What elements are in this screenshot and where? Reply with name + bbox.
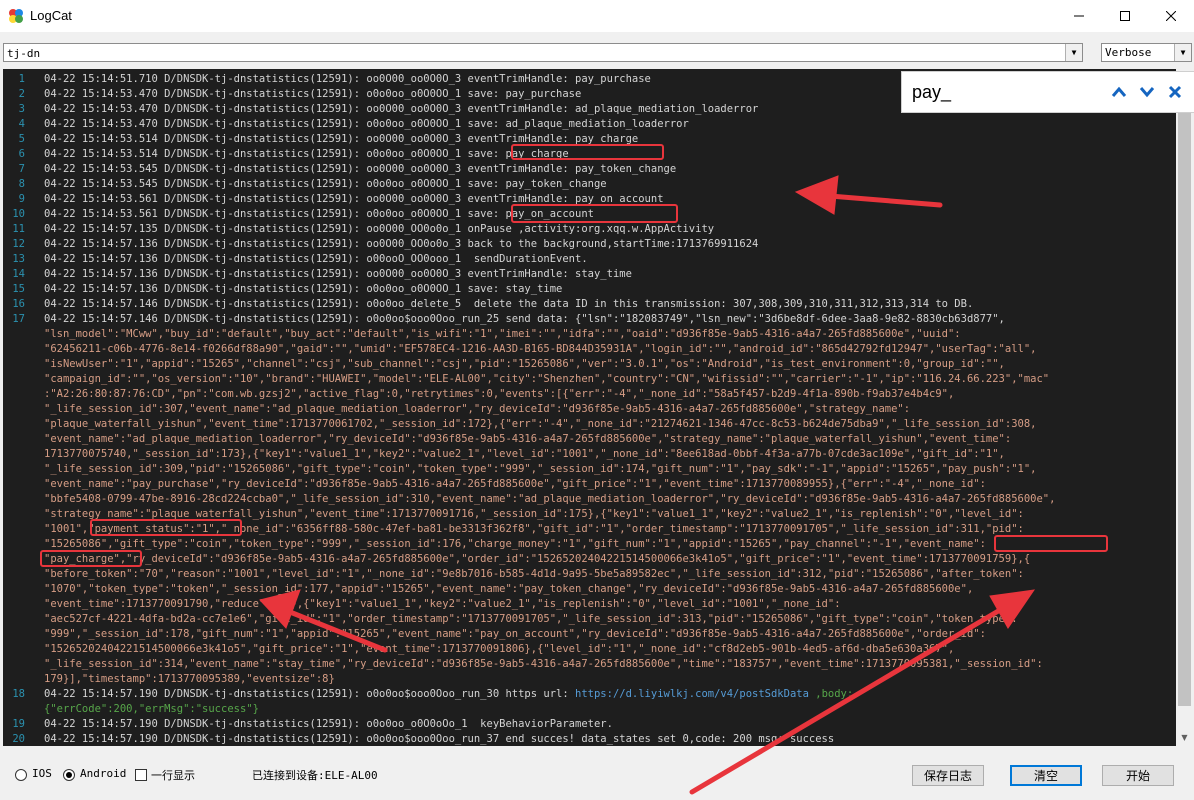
save-log-button[interactable]: 保存日志 [912, 765, 984, 786]
ios-radio[interactable] [15, 769, 27, 781]
android-label: Android [80, 767, 127, 780]
start-button[interactable]: 开始 [1102, 765, 1174, 786]
oneline-label: 一行显示 [151, 769, 195, 782]
ios-label: IOS [32, 767, 52, 780]
connection-status: 已连接到设备:ELE-AL00 [252, 769, 378, 782]
android-radio[interactable] [63, 769, 75, 781]
annotation-arrows [259, 175, 1036, 795]
oneline-checkbox[interactable] [135, 769, 147, 781]
clear-button[interactable]: 清空 [1010, 765, 1082, 786]
